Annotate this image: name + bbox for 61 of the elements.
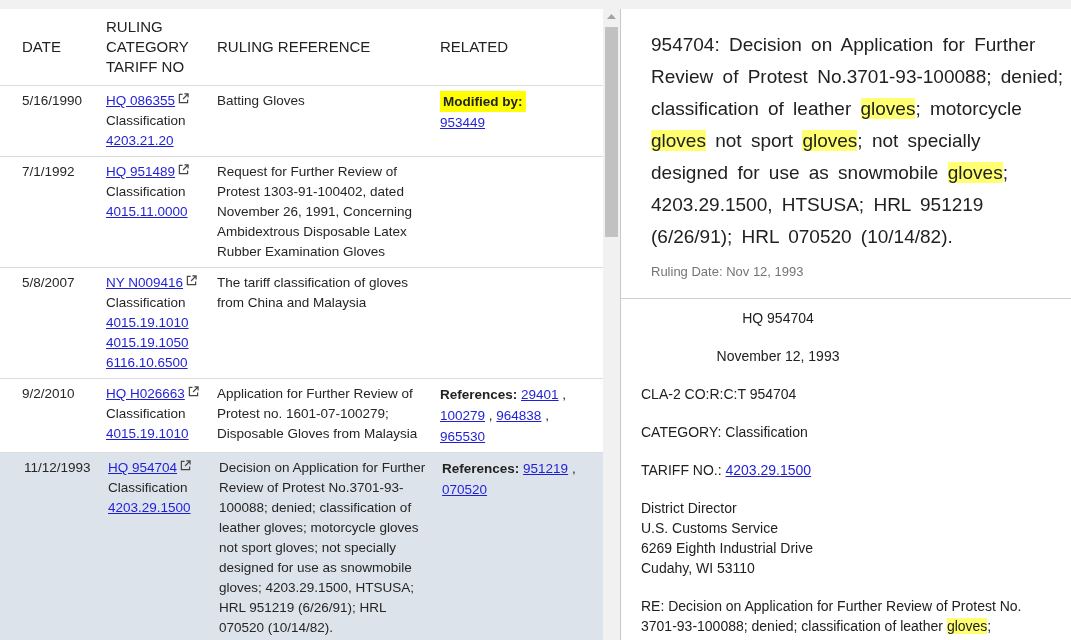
column-header: RULING CATEGORY TARIFF NO: [106, 18, 189, 75]
category-text: Classification: [106, 294, 186, 312]
related-link[interactable]: 965530: [440, 429, 486, 444]
category-text: Classification: [106, 112, 186, 130]
tariff-link[interactable]: 4015.19.1010: [106, 424, 189, 444]
document-line: CATEGORY: Classification: [641, 423, 809, 442]
related-link[interactable]: 953449: [440, 115, 486, 130]
external-link-icon[interactable]: [180, 460, 192, 471]
category-text: Classification: [108, 479, 188, 497]
reference-text: Request for Further Review of Protest 1303-91-100402, dated November 26, 1991, Concerning Ambidextrous Disposable Latex Rubber Examination Gloves: [217, 163, 414, 261]
document-line: District Director: [641, 499, 738, 518]
ruling-link[interactable]: HQ 951489: [106, 162, 176, 182]
reference-text: The tariff classification of gloves from China and Malaysia: [217, 274, 410, 312]
related-text: References: 29401 , 100279 , 964838 , 965530: [440, 386, 568, 446]
document-line: CLA-2 CO:R:C:T 954704: [641, 385, 798, 404]
external-link-icon[interactable]: [178, 93, 190, 104]
tariff-link[interactable]: 4015.19.1010: [106, 313, 189, 333]
external-link-icon[interactable]: [186, 275, 198, 286]
related-link[interactable]: 951219: [523, 461, 569, 476]
external-link-icon[interactable]: [178, 164, 190, 175]
ruling-link[interactable]: HQ 086355: [106, 91, 176, 111]
related-link[interactable]: 964838: [496, 408, 542, 423]
document-line: RE: Decision on Application for Further Review of Protest No. 3701-93-100088; denied; classification of leather gloves;: [641, 597, 1023, 636]
tariff-link[interactable]: 4015.19.1050: [106, 333, 189, 353]
column-header: RELATED: [440, 38, 509, 55]
tariff-link[interactable]: 6116.10.6500: [106, 353, 188, 373]
column-header: DATE: [22, 38, 61, 55]
document-line: TARIFF NO.: 4203.29.1500: [641, 461, 813, 480]
ruling-date: Ruling Date: Nov 12, 1993: [651, 263, 805, 281]
reference-text: Batting Gloves: [217, 92, 306, 110]
category-text: Classification: [106, 183, 186, 201]
document-line: U.S. Customs Service: [641, 519, 779, 538]
document-line: 6269 Eighth Industrial Drive: [641, 539, 814, 558]
ruling-link[interactable]: HQ 954704: [108, 458, 178, 478]
scrollbar-thumb[interactable]: [605, 27, 618, 237]
reference-text: Application for Further Review of Protest no. 1601-07-100279; Disposable Gloves from Malaysia: [217, 385, 419, 443]
ruling-link[interactable]: HQ H026663: [106, 384, 185, 404]
tariff-link[interactable]: 4015.11.0000: [106, 202, 188, 222]
date-text: 11/12/1993: [24, 460, 91, 475]
table-row[interactable]: [0, 453, 603, 640]
related-link[interactable]: 070520: [442, 482, 488, 497]
date-text: 5/16/1990: [22, 93, 83, 108]
date-text: 9/2/2010: [22, 386, 75, 401]
related-text: References: 951219 , 070520: [442, 460, 577, 499]
column-header: RULING REFERENCE: [217, 38, 371, 55]
ruling-link[interactable]: NY N009416: [106, 273, 184, 293]
external-link-icon[interactable]: [187, 386, 199, 397]
reference-text: Decision on Application for Further Review of Protest No.3701-93-100088; denied; classification of leather gloves; motorcycle gloves not sport gloves; not specially designed for use as snowmobile gloves; 4203.29.1500, HTSUSA; HRL 951219 (6/26/91); HRL 070520 (10/14/82).: [219, 459, 427, 637]
ruling-summary: 954704: Decision on Application for Further Review of Protest No.3701-93-100088; denied; classification of leather gloves; motorcycle gloves not sport gloves; not specially designed for use as snowmobile gloves; 4203.29.1500, HTSUSA; HRL 951219 (6/26/91); HRL 070520 (10/14/82).: [651, 33, 1065, 249]
category-text: Classification: [106, 405, 186, 423]
tariff-link[interactable]: 4203.21.20: [106, 131, 174, 151]
document-line: Cudahy, WI 53110: [641, 559, 756, 578]
date-text: 7/1/1992: [22, 164, 75, 179]
date-text: 5/8/2007: [22, 275, 75, 290]
document-line: HQ 954704: [742, 309, 814, 328]
document-link[interactable]: 4203.29.1500: [725, 462, 812, 478]
document-line: November 12, 1993: [716, 347, 840, 366]
related-text: Modified by: 953449: [440, 91, 595, 133]
related-link[interactable]: 100279: [440, 408, 486, 423]
tariff-link[interactable]: 4203.29.1500: [108, 498, 191, 518]
related-link[interactable]: 29401: [521, 387, 559, 402]
